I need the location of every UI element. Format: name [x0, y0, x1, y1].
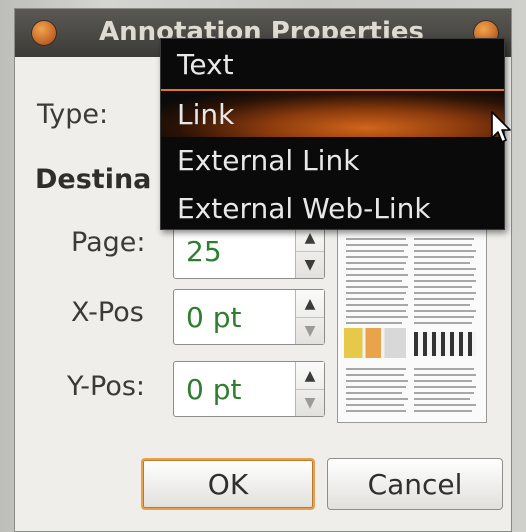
chevron-down-icon[interactable]: ▼ [296, 251, 324, 278]
page-label: Page: [71, 227, 146, 258]
y-pos-value: 0 pt [186, 373, 242, 406]
type-label: Type: [37, 99, 109, 130]
cancel-button-label: Cancel [367, 467, 463, 501]
ok-button-label: OK [207, 467, 249, 501]
page-thumbnail [337, 227, 487, 423]
cancel-button[interactable]: Cancel [327, 458, 503, 510]
menu-item-text[interactable]: Text [161, 41, 504, 89]
y-pos-label: Y-Pos: [67, 371, 146, 402]
chevron-up-icon[interactable]: ▲ [296, 362, 324, 390]
page-value: 25 [186, 235, 222, 268]
chevron-up-icon[interactable]: ▲ [296, 290, 324, 318]
y-pos-spinbox[interactable]: 0 pt ▲ ▼ [173, 361, 325, 417]
destination-heading: Destina [35, 164, 152, 195]
menu-item-external-web-link[interactable]: External Web-Link [161, 185, 504, 229]
ok-button[interactable]: OK [141, 458, 315, 510]
y-pos-spin-buttons: ▲ ▼ [295, 362, 324, 416]
x-pos-label: X-Pos [71, 297, 144, 328]
mouse-pointer-icon [491, 111, 511, 143]
page-spin-buttons: ▲ ▼ [295, 224, 324, 278]
x-pos-spin-buttons: ▲ ▼ [295, 290, 324, 344]
x-pos-value: 0 pt [186, 301, 242, 334]
menu-item-external-link[interactable]: External Link [161, 137, 504, 185]
chevron-down-icon[interactable]: ▼ [296, 389, 324, 416]
close-icon[interactable] [31, 20, 57, 46]
x-pos-spinbox[interactable]: 0 pt ▲ ▼ [173, 289, 325, 345]
page-spinbox[interactable]: 25 ▲ ▼ [173, 223, 325, 279]
menu-item-link[interactable]: Link [161, 89, 504, 137]
chevron-down-icon[interactable]: ▼ [296, 317, 324, 344]
type-dropdown-menu: Text Link External Link External Web-Lin… [160, 38, 505, 230]
